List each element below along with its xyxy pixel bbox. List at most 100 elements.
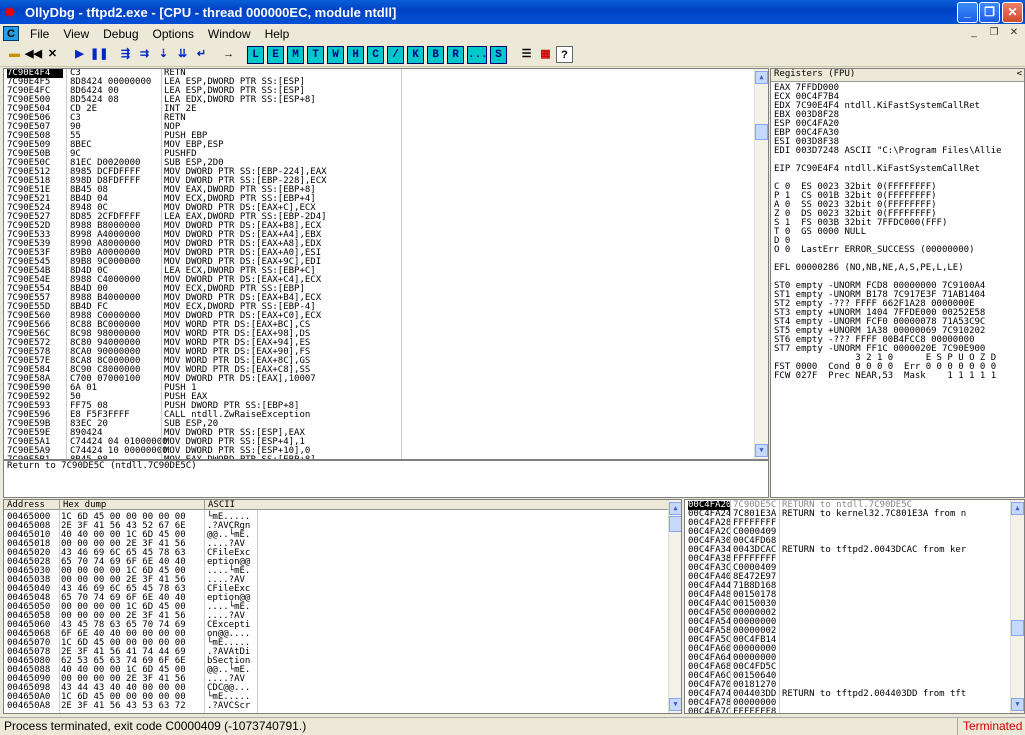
disasm-row[interactable]: 7C90E518 898D D8FDFFFF MOV DWORD PTR SS:[E…: [4, 177, 768, 186]
scroll-thumb[interactable]: [755, 124, 768, 140]
run-trace-button[interactable]: ...: [467, 45, 488, 64]
scroll-up-icon[interactable]: ▲: [1011, 502, 1024, 515]
references-button[interactable]: R: [447, 45, 464, 64]
chevron-left-icon[interactable]: <: [1017, 69, 1022, 79]
open-icon[interactable]: ▬: [6, 46, 23, 63]
list-icon[interactable]: ☰: [518, 46, 535, 63]
scroll-thumb[interactable]: [1011, 620, 1024, 636]
menu-window[interactable]: Window: [201, 27, 258, 41]
disasm-row[interactable]: 7C90E592 50 PUSH EAX: [4, 393, 768, 402]
pause-icon[interactable]: ❚❚: [90, 46, 108, 63]
help-icon[interactable]: ?: [556, 46, 573, 63]
disasm-row[interactable]: 7C90E507 90 NOP: [4, 123, 768, 132]
dump-row-col-3: .?AVCScr: [207, 701, 251, 711]
dump-row[interactable]: 004650A8 2E 3F 41 56 43 53 63 72 .?AVCScr: [4, 702, 668, 711]
disasm-row[interactable]: 7C90E509 8BEC MOV EBP,ESP: [4, 141, 768, 150]
register-line[interactable]: EFL 00000286 (NO,NB,NE,A,S,PE,L,LE): [771, 264, 1002, 273]
windows-button[interactable]: W: [327, 45, 344, 64]
breakpoints-button[interactable]: B: [427, 45, 444, 64]
stack-pane[interactable]: 00C4FA20 7C90DE5C RETURN to ntdll.7C90DE5C…: [684, 499, 1025, 714]
dump-scrollbar[interactable]: ▲ ▼: [668, 500, 681, 713]
disasm-row[interactable]: 7C90E54E 8988 C4000000 MOV DWORD PTR DS:[E…: [4, 276, 768, 285]
rewind-icon[interactable]: ◀◀: [25, 46, 42, 63]
scroll-down-icon[interactable]: ▼: [755, 444, 768, 457]
stack-row-col-3: RETURN to tftpd2.004403DD from tft: [782, 689, 967, 699]
register-lines: EAX 7FFDD000 ECX 00C4F7B4 EDX 7C90E4F4 ntd…: [771, 84, 1002, 381]
status-bar: Process terminated, exit code C0000409 (…: [0, 717, 1025, 735]
disasm-row[interactable]: 7C90E59B 83EC 20 SUB ESP,20: [4, 420, 768, 429]
disasm-row[interactable]: 7C90E500 8D5424 08 LEA EDX,DWORD PTR SS:[E…: [4, 96, 768, 105]
disasm-row[interactable]: 7C90E508 55 PUSH EBP: [4, 132, 768, 141]
mdi-restore-icon[interactable]: ❐: [986, 26, 1002, 40]
disasm-row[interactable]: 7C90E545 89B8 9C000000 MOV DWORD PTR DS:[E…: [4, 258, 768, 267]
scroll-down-icon[interactable]: ▼: [1011, 698, 1024, 711]
threads-button[interactable]: T: [307, 45, 324, 64]
register-line[interactable]: O 0 LastErr ERROR_SUCCESS (00000000): [771, 246, 1002, 255]
run-icon[interactable]: ▶: [71, 46, 88, 63]
trace-into-icon[interactable]: ⇣: [155, 46, 172, 63]
close-program-icon[interactable]: ✕: [44, 46, 61, 63]
stack-row-col-3: RETURN to tftpd2.0043DCAC from ker: [782, 545, 967, 555]
register-line[interactable]: T 0 GS 0000 NULL: [771, 228, 1002, 237]
disasm-row[interactable]: 7C90E506 C3 RETN: [4, 114, 768, 123]
disasm-row[interactable]: 7C90E596 E8 F5F3FFFF CALL ntdll.ZwRaiseExc…: [4, 411, 768, 420]
register-line[interactable]: EIP 7C90E4F4 ntdll.KiFastSystemCallRet: [771, 165, 1002, 174]
menu-bar: C File View Debug Options Window Help _ …: [0, 24, 1025, 43]
disasm-row[interactable]: 7C90E58A C700 07000100 MOV DWORD PTR DS:[E…: [4, 375, 768, 384]
cpu-window-icon[interactable]: C: [3, 26, 19, 41]
disasm-row[interactable]: 7C90E504 CD 2E INT 2E: [4, 105, 768, 114]
step-into-icon[interactable]: ⇶: [117, 46, 134, 63]
info-text: Return to 7C90DE5C (ntdll.7C90DE5C): [7, 461, 197, 471]
goto-icon[interactable]: →: [220, 46, 237, 63]
stack-rows: 00C4FA20 7C90DE5C RETURN to ntdll.7C90DE5C…: [685, 501, 1010, 714]
colors-icon[interactable]: ▦: [537, 46, 554, 63]
scroll-up-icon[interactable]: ▲: [669, 502, 681, 515]
memory-map-button[interactable]: M: [287, 45, 304, 64]
handles-button[interactable]: H: [347, 45, 364, 64]
menu-debug[interactable]: Debug: [96, 27, 145, 41]
dump-header-address[interactable]: Address: [4, 500, 59, 510]
scroll-thumb[interactable]: [669, 516, 681, 532]
scroll-down-icon[interactable]: ▼: [669, 698, 681, 711]
stack-row-col-1: 00C4FA7C: [688, 707, 732, 714]
registers-pane[interactable]: Registers (FPU) < EAX 7FFDD000 ECX 00C4F7…: [770, 68, 1025, 498]
source-button[interactable]: S: [490, 45, 507, 64]
dump-header-ascii[interactable]: ASCII: [204, 500, 668, 510]
maximize-icon[interactable]: ❐: [979, 2, 1000, 23]
log-window-button[interactable]: L: [247, 45, 264, 64]
execute-till-return-icon[interactable]: ↵: [193, 46, 210, 63]
menu-file[interactable]: File: [23, 27, 56, 41]
patches-button[interactable]: /: [387, 45, 404, 64]
trace-over-icon[interactable]: ⇊: [174, 46, 191, 63]
disasm-row[interactable]: 7C90E5A9 C74424 10 00000000 MOV DWORD PTR …: [4, 447, 768, 456]
disassembly-pane[interactable]: 7C90E4F4 C3 RETN 7C90E4F5 8D8424 00000000 LEA…: [3, 68, 769, 460]
disasm-row[interactable]: 7C90E51E 8B45 08 MOV EAX,DWORD PTR SS:[EBP…: [4, 186, 768, 195]
mdi-close-icon[interactable]: ✕: [1006, 26, 1022, 40]
register-line[interactable]: EDI 003D7248 ASCII "C:\Program Files\All…: [771, 147, 1002, 156]
scroll-up-icon[interactable]: ▲: [755, 71, 768, 84]
window-title: OllyDbg - tftpd2.exe - [CPU - thread 000…: [25, 4, 397, 20]
dump-header-hex[interactable]: Hex dump: [59, 500, 204, 510]
register-line[interactable]: FCW 027F Prec NEAR,53 Mask 1 1 1 1 1: [771, 372, 1002, 381]
disassembly-scrollbar[interactable]: ▲ ▼: [754, 69, 768, 459]
cpu-button[interactable]: C: [367, 45, 384, 64]
close-icon[interactable]: ✕: [1002, 2, 1023, 23]
executable-modules-button[interactable]: E: [267, 45, 284, 64]
menu-view[interactable]: View: [56, 27, 96, 41]
dump-pane[interactable]: Address Hex dump ASCII 00465000 1C 6D 45 …: [3, 499, 682, 714]
stack-scrollbar[interactable]: ▲ ▼: [1010, 500, 1024, 713]
bug-icon: ✸: [4, 4, 16, 20]
disasm-row[interactable]: 7C90E590 6A 01 PUSH 1: [4, 384, 768, 393]
menu-options[interactable]: Options: [146, 27, 201, 41]
registers-title: Registers (FPU): [774, 69, 856, 79]
info-pane: Return to 7C90DE5C (ntdll.7C90DE5C): [3, 460, 769, 498]
disasm-row[interactable]: 7C90E557 8988 B4000000 MOV DWORD PTR DS:[E…: [4, 294, 768, 303]
call-stack-button[interactable]: K: [407, 45, 424, 64]
step-over-icon[interactable]: ⇉: [136, 46, 153, 63]
menu-help[interactable]: Help: [258, 27, 297, 41]
disasm-row[interactable]: 7C90E521 8B4D 04 MOV ECX,DWORD PTR SS:[EBP…: [4, 195, 768, 204]
stack-row[interactable]: 00C4FA7C FFFFFFF8: [685, 708, 1010, 714]
stack-row-col-2: FFFFFFF8: [733, 707, 777, 714]
mdi-minimize-icon[interactable]: _: [966, 26, 982, 40]
minimize-icon[interactable]: _: [957, 2, 978, 23]
